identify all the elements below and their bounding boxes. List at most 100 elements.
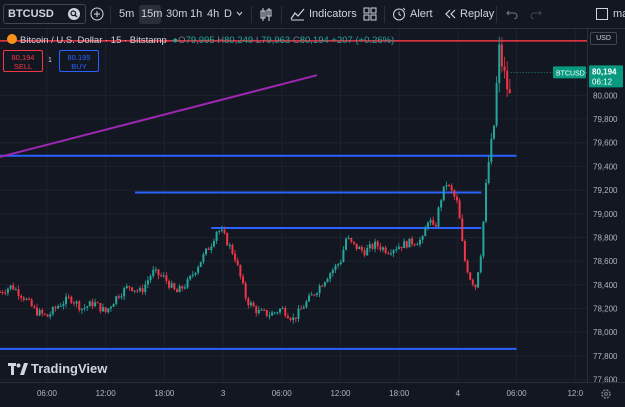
candle-body [191,274,194,276]
candle-body [80,308,83,310]
candle-body [474,284,477,288]
candle-body [183,287,186,289]
candle-body [157,269,160,276]
candle-body [498,44,501,84]
candle-body [508,89,511,94]
candle-body [313,294,316,296]
candle-body [14,289,17,291]
candle-body [17,289,20,296]
candle-body [300,308,303,310]
candle-body [411,238,414,245]
sell-label: SELL [13,62,33,71]
candle-body [345,238,348,250]
candle-body [302,307,305,309]
candle-body [360,246,363,251]
candle-body [128,286,131,288]
candle-body [181,286,184,289]
candle-body [165,275,168,281]
price-axis[interactable]: USD [587,29,625,382]
candle-body [458,200,461,219]
candle-body [281,308,284,310]
candle-body [331,269,334,274]
candle-body [376,241,379,247]
legend-change: +207 (+0.26%) [331,35,395,46]
candle-body [418,239,421,245]
candle-body [231,245,234,254]
candle-body [30,299,33,307]
candle-body [413,244,416,246]
candle-body [107,308,110,313]
candle-body [173,283,176,290]
candle-body [1,292,4,294]
legend-high: 80,249 [224,35,254,46]
candle-body [96,302,99,304]
candle-body [310,294,313,296]
candle-body [78,301,81,310]
candle-body [495,83,498,126]
candle-body [350,238,353,242]
candle-body [138,288,141,291]
candle-body [416,244,419,246]
candle-body [284,308,287,316]
candle-body [168,280,171,288]
candle-body [271,312,274,316]
candle-body [4,292,7,294]
candle-body [146,280,149,285]
candle-body [9,285,12,289]
candle-body [141,288,144,293]
chart-legend: Bitcoin / U.S. Dollar · 15 · Bitstamp ●O… [7,34,394,46]
candle-body [144,284,147,293]
candle-body [278,308,281,313]
candle-body [426,222,429,229]
candle-body [207,248,210,250]
candle-body [379,246,382,250]
candle-body [371,244,374,249]
candle-body [374,241,377,249]
candle-body [226,233,229,246]
buy-label: BUY [71,62,87,71]
candle-body [448,185,451,187]
candle-body [477,272,480,288]
candle-body [125,286,128,289]
candle-body [149,276,152,281]
candle-body [194,272,197,275]
candle-body [223,229,226,234]
candle-body [205,248,208,255]
time-axis[interactable] [0,382,625,407]
candle-body [434,224,437,227]
bitcoin-icon [7,34,17,44]
buy-button[interactable]: 80.195 BUY [59,50,99,72]
candle-body [395,249,398,251]
gear-icon[interactable] [600,388,612,400]
candle-body [503,66,506,71]
candle-body [252,302,255,307]
candle-body [273,312,276,314]
candle-body [392,250,395,254]
candle-body [469,272,472,280]
candle-body [91,301,94,307]
tradingview-logo: TradingView [8,361,107,376]
candle-body [33,306,36,308]
candle-body [485,183,488,222]
candle-body [268,315,271,317]
currency-selector[interactable]: USD [590,32,617,45]
candle-body [308,295,311,302]
candle-body [215,231,218,241]
candle-body [255,306,258,314]
candle-body [450,185,453,191]
candle-body [382,247,385,250]
candle-body [442,186,445,201]
candle-body [321,285,324,287]
candle-body [242,276,245,284]
candle-body [506,70,509,90]
candle-body [260,309,263,311]
candle-body [46,314,49,317]
candle-body [28,298,31,300]
legend-low: 79,963 [261,35,291,46]
sell-button[interactable]: 80,194 SELL [3,50,43,72]
candle-body [178,286,181,293]
candle-body [265,310,268,316]
candle-body [202,254,205,262]
candle-body [403,241,406,249]
candle-body [297,308,300,319]
